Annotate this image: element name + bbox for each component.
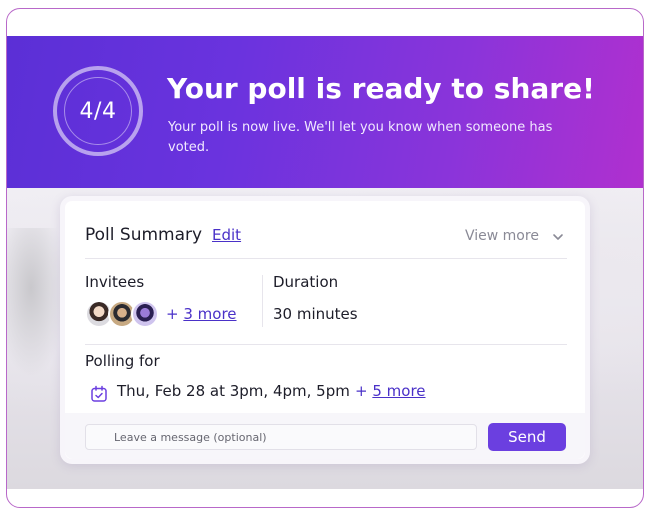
more-prefix: +	[166, 305, 184, 323]
more-prefix: +	[355, 382, 373, 400]
screenshot-frame: 4/4 Your poll is ready to share! Your po…	[6, 8, 644, 508]
view-more-button[interactable]: View more	[465, 228, 539, 244]
more-label: 5 more	[372, 382, 426, 400]
hero-title: Your poll is ready to share!	[167, 72, 595, 105]
hero-subtitle: Your poll is now live. We'll let you kno…	[168, 120, 553, 155]
hero-banner: 4/4 Your poll is ready to share! Your po…	[7, 36, 643, 188]
duration-value: 30 minutes	[273, 305, 358, 323]
more-invitees-link[interactable]: + 3 more	[166, 305, 237, 323]
polling-label: Polling for	[85, 352, 160, 370]
calendar-icon	[91, 385, 107, 402]
progress-ring: 4/4	[53, 66, 143, 156]
blurred-plant	[7, 228, 67, 378]
avatar	[131, 300, 159, 328]
polling-value: Thu, Feb 28 at 3pm, 4pm, 5pm	[117, 382, 350, 400]
invitees-label: Invitees	[85, 273, 145, 291]
message-input[interactable]	[85, 424, 477, 450]
edit-link[interactable]: Edit	[212, 226, 241, 244]
more-times-link[interactable]: + 5 more	[355, 382, 426, 400]
card-title: Poll Summary	[85, 225, 203, 245]
progress-text: 4/4	[79, 98, 117, 124]
duration-label: Duration	[273, 273, 339, 291]
send-button[interactable]: Send	[488, 423, 566, 451]
divider	[85, 344, 567, 345]
poll-summary-card: Poll Summary Edit View more Invitees + 3…	[60, 196, 590, 464]
divider	[85, 258, 567, 259]
chevron-down-icon[interactable]	[551, 230, 565, 244]
more-label: 3 more	[183, 305, 237, 323]
column-divider	[262, 275, 263, 327]
